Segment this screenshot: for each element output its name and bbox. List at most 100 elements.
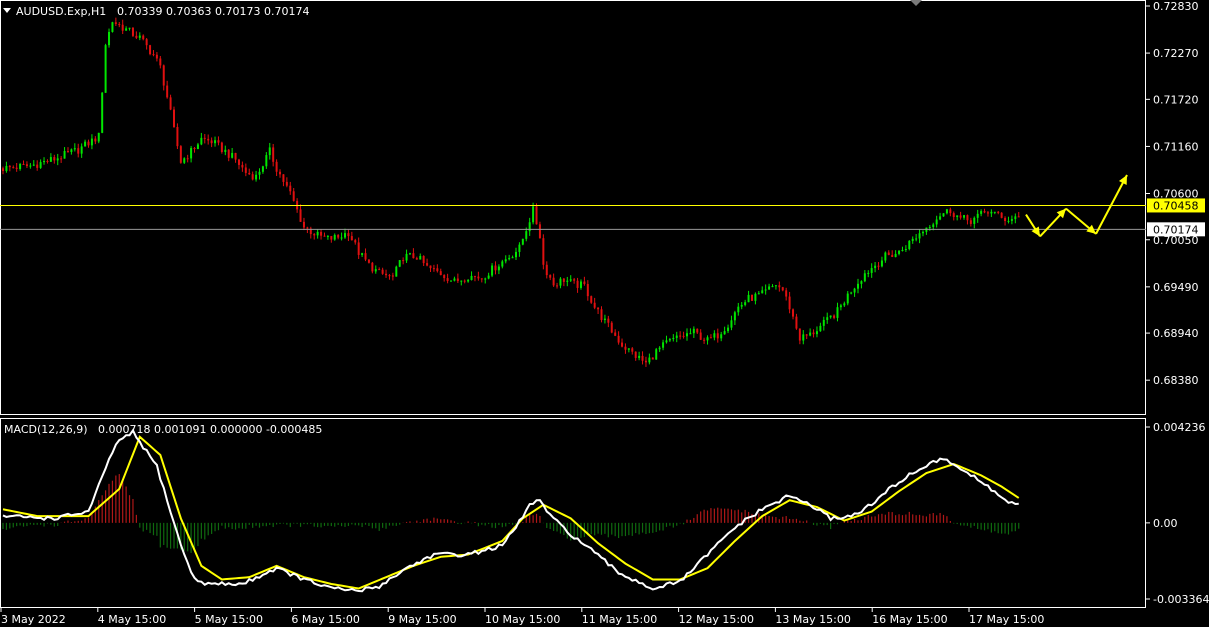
time-tick-label: 17 May 15:00 <box>969 613 1044 626</box>
candle-body <box>467 279 470 282</box>
candle-body <box>299 209 302 222</box>
candle-body <box>747 294 750 303</box>
price-tick-label: 0.69490 <box>1153 281 1199 294</box>
candle-body <box>997 211 1000 213</box>
candle-body <box>248 172 251 175</box>
candle-body <box>535 206 538 225</box>
candle-body <box>97 132 100 142</box>
candle-body <box>600 309 603 321</box>
candle-body <box>323 235 326 237</box>
candle-body <box>224 149 227 152</box>
candle-body <box>138 35 141 38</box>
candle-body <box>446 278 449 282</box>
candle-body <box>504 259 507 262</box>
candle-body <box>853 288 856 293</box>
trading-chart[interactable]: 0.728300.722700.717200.711600.706000.700… <box>0 0 1209 627</box>
candle-body <box>121 24 124 31</box>
candle-body <box>552 277 555 286</box>
level-tag-label: 0.70458 <box>1153 199 1199 212</box>
time-tick-label: 9 May 15:00 <box>388 613 456 626</box>
candle-body <box>959 215 962 218</box>
candle-body <box>980 211 983 214</box>
candle-body <box>1010 219 1013 221</box>
candle-body <box>877 265 880 267</box>
time-tick-label: 13 May 15:00 <box>775 613 850 626</box>
candle-body <box>607 318 610 323</box>
candle-body <box>501 261 504 267</box>
candle-body <box>703 339 706 341</box>
candle-body <box>179 146 182 163</box>
price-axis: 0.728300.722700.717200.711600.706000.700… <box>1146 0 1199 387</box>
candle-body <box>46 160 49 162</box>
candle-body <box>651 357 654 360</box>
candle-body <box>740 304 743 307</box>
macd-panel[interactable]: 0.004236 0.00 -0.003364 MACD(12,26,9) 0.00… <box>0 418 1209 608</box>
candle-body <box>347 233 350 237</box>
candle-body <box>217 140 220 143</box>
candle-body <box>142 35 145 40</box>
candle-body <box>915 238 918 240</box>
candle-body <box>898 250 901 254</box>
candle-body <box>361 253 364 255</box>
macd-tick-label: 0.004236 <box>1153 421 1206 434</box>
candle-body <box>255 174 258 180</box>
candle-body <box>983 211 986 213</box>
candle-body <box>716 333 719 339</box>
price-panel[interactable]: 0.728300.722700.717200.711600.706000.700… <box>0 0 1205 415</box>
candle-body <box>326 236 329 238</box>
candle-body <box>867 272 870 274</box>
candle-body <box>282 174 285 182</box>
time-tick-label: 16 May 15:00 <box>872 613 947 626</box>
candle-body <box>94 138 97 142</box>
candle-body <box>689 333 692 335</box>
candle-body <box>634 351 637 358</box>
candle-body <box>908 240 911 250</box>
candle-body <box>128 27 131 29</box>
candle-body <box>880 260 883 267</box>
candle-body <box>261 166 264 172</box>
candle-body <box>918 233 921 239</box>
candle-body <box>477 276 480 279</box>
candle-body <box>921 231 924 234</box>
candle-body <box>306 227 309 229</box>
candle-body <box>805 334 808 336</box>
candle-body <box>593 302 596 308</box>
candle-body <box>545 264 548 276</box>
candle-body <box>641 355 644 361</box>
candle-body <box>911 238 914 241</box>
candle-body <box>77 148 80 154</box>
candle-body <box>220 142 223 152</box>
candle-body <box>692 328 695 334</box>
price-tick-label: 0.71720 <box>1153 93 1199 106</box>
candle-body <box>70 149 73 152</box>
candle-body <box>367 259 370 263</box>
candle-body <box>764 289 767 291</box>
candle-body <box>945 209 948 214</box>
candle-body <box>870 268 873 273</box>
candle-body <box>638 355 641 358</box>
candle-body <box>569 279 572 281</box>
candle-body <box>159 58 162 66</box>
candle-body <box>894 253 897 258</box>
candle-body <box>203 137 206 139</box>
candle-body <box>56 158 59 161</box>
candle-body <box>385 273 388 276</box>
candle-body <box>757 293 760 295</box>
candle-body <box>1004 217 1007 222</box>
candle-body <box>231 152 234 158</box>
candle-body <box>627 348 630 350</box>
candle-body <box>644 360 647 363</box>
candle-body <box>316 231 319 236</box>
candle-body <box>265 155 268 167</box>
candle-body <box>234 152 237 160</box>
candle-body <box>993 211 996 213</box>
candle-body <box>549 275 552 278</box>
macd-axis: 0.004236 0.00 -0.003364 <box>1146 421 1209 606</box>
candle-body <box>237 159 240 165</box>
candle-body <box>559 278 562 286</box>
candle-body <box>737 306 740 313</box>
candle-body <box>131 27 134 36</box>
candle-body <box>186 158 189 160</box>
candle-body <box>357 242 360 255</box>
candle-body <box>679 335 682 337</box>
